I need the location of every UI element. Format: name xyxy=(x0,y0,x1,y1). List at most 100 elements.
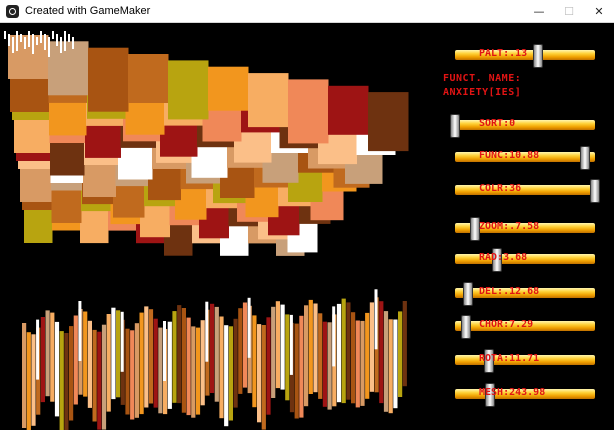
slider-zoom[interactable]: ZOOM:.7.58 xyxy=(455,217,595,241)
viz-band-segment xyxy=(368,92,409,152)
viz-bar xyxy=(177,305,182,404)
viz-bar xyxy=(106,314,111,412)
slider-label: CHOR:7.29 xyxy=(479,319,534,330)
viz-spike xyxy=(16,31,18,51)
slider-handle[interactable] xyxy=(580,146,591,170)
viz-bar-highlight xyxy=(247,297,251,358)
viz-bar xyxy=(69,326,74,421)
viz-bar-highlight xyxy=(163,321,166,381)
slider-sort[interactable]: SORT:0 xyxy=(450,114,595,138)
viz-bar xyxy=(271,306,276,398)
viz-bar xyxy=(101,324,107,430)
viz-band-segment xyxy=(48,41,89,96)
viz-bar xyxy=(40,317,45,403)
close-button[interactable]: ✕ xyxy=(584,0,614,22)
slider-label: RAD:3.68 xyxy=(479,252,528,263)
viz-bar xyxy=(261,325,266,430)
viz-spike xyxy=(72,37,74,49)
viz-spike xyxy=(60,37,62,53)
viz-bar xyxy=(369,302,374,392)
slider-handle[interactable] xyxy=(532,44,543,68)
viz-spike xyxy=(68,34,70,42)
slider-palette[interactable]: PALT:.13 xyxy=(455,44,595,68)
viz-spike xyxy=(64,31,66,51)
viz-bar xyxy=(167,321,172,409)
slider-label: FUNC:10.88 xyxy=(479,150,540,161)
viz-spike xyxy=(52,31,54,39)
slider-func[interactable]: FUNC:10.88 xyxy=(455,146,595,170)
slider-track[interactable] xyxy=(455,120,595,130)
slider-rad[interactable]: RAD:3.68 xyxy=(455,248,595,272)
slider-label: SORT:0 xyxy=(479,118,516,129)
slider-handle[interactable] xyxy=(462,282,473,306)
viz-spike xyxy=(44,34,46,50)
viz-bar xyxy=(346,302,351,400)
viz-bar xyxy=(92,329,97,422)
viz-spike xyxy=(32,34,34,54)
viz-bar xyxy=(322,321,327,407)
viz-spike xyxy=(12,37,14,53)
viz-spike xyxy=(28,31,30,47)
viz-bar xyxy=(393,319,398,409)
viz-bar xyxy=(45,310,50,397)
slider-track[interactable] xyxy=(455,185,595,195)
viz-spike xyxy=(24,37,26,49)
viz-bar xyxy=(181,308,186,413)
viz-bar xyxy=(73,315,78,405)
viz-bar xyxy=(224,325,229,427)
viz-band-segment xyxy=(208,66,249,111)
viz-bar xyxy=(228,326,233,421)
viz-bar xyxy=(50,312,55,402)
game-canvas[interactable]: FUNCT. NAME: ANXIETY[IES] PALT:.13 SORT:0… xyxy=(0,23,614,430)
window-title: Created with GameMaker xyxy=(25,5,151,17)
funct-name-value: ANXIETY[IES] xyxy=(443,87,522,98)
slider-handle[interactable] xyxy=(590,179,600,203)
viz-spike xyxy=(48,37,50,57)
viz-bar xyxy=(280,304,285,390)
viz-bar xyxy=(139,312,144,415)
viz-bar xyxy=(355,320,360,408)
slider-del[interactable]: DEL:.12.68 xyxy=(455,282,595,306)
minimize-button[interactable]: — xyxy=(524,0,554,22)
viz-bar xyxy=(402,301,407,387)
viz-bar xyxy=(360,320,365,406)
slider-label: MESH:243.98 xyxy=(479,387,546,398)
viz-bar xyxy=(327,322,332,410)
viz-bar xyxy=(257,324,262,423)
slider-rota[interactable]: ROTA:11.71 xyxy=(455,349,595,373)
viz-bar xyxy=(299,315,304,418)
slider-chor[interactable]: CHOR:7.29 xyxy=(455,315,595,339)
viz-bar xyxy=(186,317,191,416)
slider-label: COLR:36 xyxy=(479,183,522,194)
viz-band-segment xyxy=(248,73,289,128)
viz-bar xyxy=(308,299,313,394)
viz-bar xyxy=(336,303,342,403)
viz-bar xyxy=(383,311,389,412)
viz-bar xyxy=(210,303,215,393)
slider-colr[interactable]: COLR:36 xyxy=(455,179,600,203)
slider-handle[interactable] xyxy=(450,114,460,138)
viz-bar xyxy=(294,323,299,419)
viz-bar xyxy=(97,331,102,430)
viz-bar xyxy=(158,327,163,414)
viz-bar xyxy=(214,306,219,402)
viz-bar xyxy=(233,318,238,408)
viz-bar xyxy=(116,310,121,398)
viz-bar xyxy=(148,309,154,404)
maximize-button[interactable]: ☐ xyxy=(554,0,584,22)
viz-bar xyxy=(64,333,69,430)
viz-spike xyxy=(56,34,58,46)
viz-bar xyxy=(238,308,243,394)
viz-bar xyxy=(275,301,280,389)
window-titlebar: Created with GameMaker — ☐ ✕ xyxy=(0,0,614,23)
viz-bar xyxy=(26,332,31,430)
slider-handle[interactable] xyxy=(461,315,472,339)
slider-mesh[interactable]: MESH:243.98 xyxy=(455,383,595,407)
viz-bar xyxy=(365,312,370,399)
viz-bar xyxy=(318,313,323,399)
viz-bar xyxy=(266,317,271,415)
viz-bar xyxy=(242,302,248,388)
viz-band-segment xyxy=(328,85,369,135)
viz-bar xyxy=(304,305,309,407)
slider-label: PALT:.13 xyxy=(479,48,528,59)
